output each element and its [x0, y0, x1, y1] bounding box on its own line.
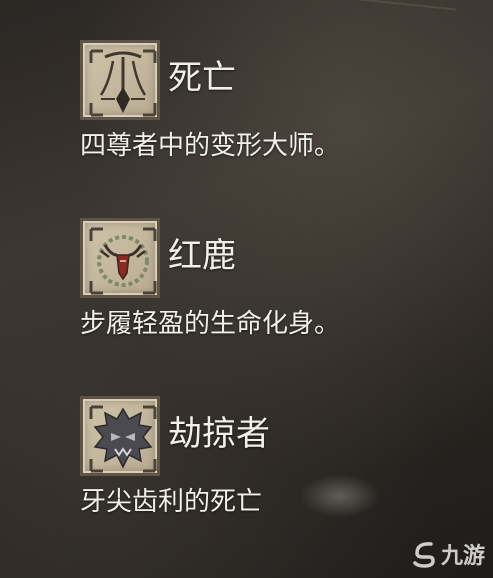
entry-name: 死亡 [168, 58, 236, 98]
entry-description: 四尊者中的变形大师。 [80, 131, 341, 161]
entry-description: 步履轻盈的生命化身。 [80, 309, 341, 339]
watermark: 九游 [409, 538, 485, 570]
marauder-sigil-icon [80, 396, 160, 476]
watermark-text: 九游 [440, 544, 485, 569]
death-sigil-icon [80, 40, 160, 120]
background-crack [290, 0, 456, 71]
jiuyou-logo-icon [413, 542, 435, 568]
red-deer-sigil-icon [80, 218, 160, 298]
entry-description: 牙尖齿利的死亡 [80, 487, 263, 517]
entry-name: 红鹿 [168, 236, 236, 276]
entry-name: 劫掠者 [168, 414, 270, 454]
watermark-overlay [300, 474, 380, 518]
